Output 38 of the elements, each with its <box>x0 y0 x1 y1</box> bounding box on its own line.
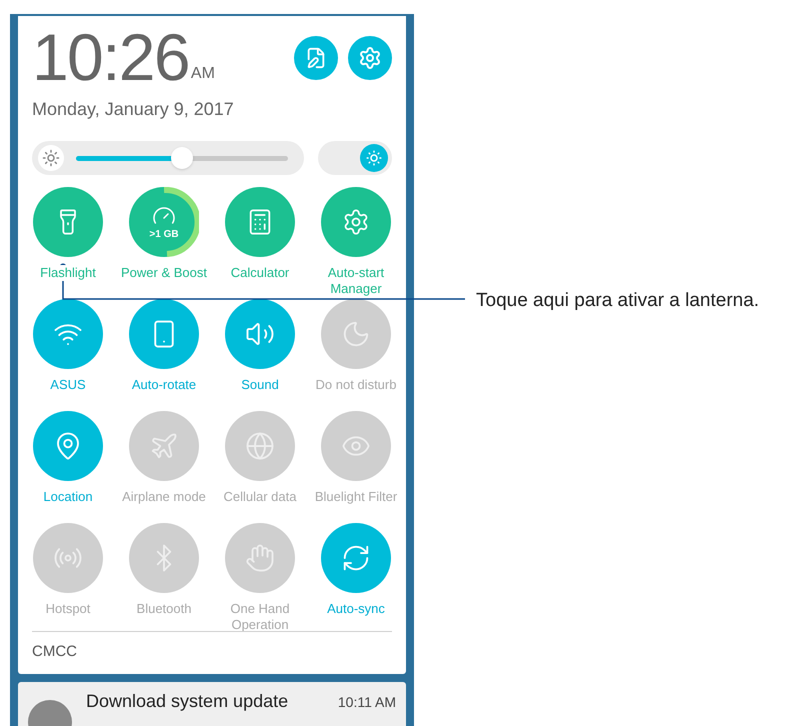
memory-label: >1 GB <box>149 230 179 240</box>
carrier-name: CMCC <box>32 643 77 660</box>
toggle-label: Cellular data <box>222 489 298 505</box>
sun-icon <box>42 149 60 167</box>
toggle-label: Hotspot <box>44 601 92 617</box>
auto-brightness-switch[interactable] <box>318 141 392 175</box>
toggle-label: Location <box>42 489 94 505</box>
gear-icon <box>342 208 370 236</box>
sync-icon <box>341 543 371 573</box>
settings-button[interactable] <box>348 36 392 80</box>
edit-button[interactable] <box>294 36 338 80</box>
toggle-label: Airplane mode <box>121 489 207 505</box>
toggle-label: Bluetooth <box>136 601 192 617</box>
edit-icon <box>305 47 327 69</box>
toggle-label: Auto-sync <box>326 601 386 617</box>
notification-title: Download system update <box>86 690 290 713</box>
clock-time: 10:26 <box>32 24 189 90</box>
notification-time: 10:11 AM <box>338 693 396 712</box>
slider-thumb[interactable] <box>171 146 193 168</box>
toggle-label: Do not disturb <box>314 377 398 393</box>
date-text: Monday, January 9, 2017 <box>32 98 234 121</box>
hand-icon <box>245 543 275 573</box>
clock-ampm: AM <box>190 64 215 84</box>
settings-icon <box>358 46 382 70</box>
toggle-label: Sound <box>240 377 280 393</box>
shortcut-label: Flashlight <box>39 265 97 281</box>
airplane-icon <box>149 431 179 461</box>
callout-text: Toque aqui para ativar a lanterna. <box>476 289 760 313</box>
moon-icon <box>341 319 371 349</box>
toggle-label: One Hand Operation <box>229 601 291 633</box>
toggle-label: Bluelight Filter <box>314 489 398 505</box>
notification-card[interactable]: Download system update 10:11 AM <box>18 682 406 726</box>
globe-icon <box>245 431 275 461</box>
brightness-slider[interactable] <box>32 141 304 175</box>
toggle-label: ASUS <box>49 377 87 393</box>
toggle-label: Auto-rotate <box>130 377 198 393</box>
auto-brightness-icon <box>365 149 383 167</box>
boost-ring-icon <box>164 187 199 257</box>
